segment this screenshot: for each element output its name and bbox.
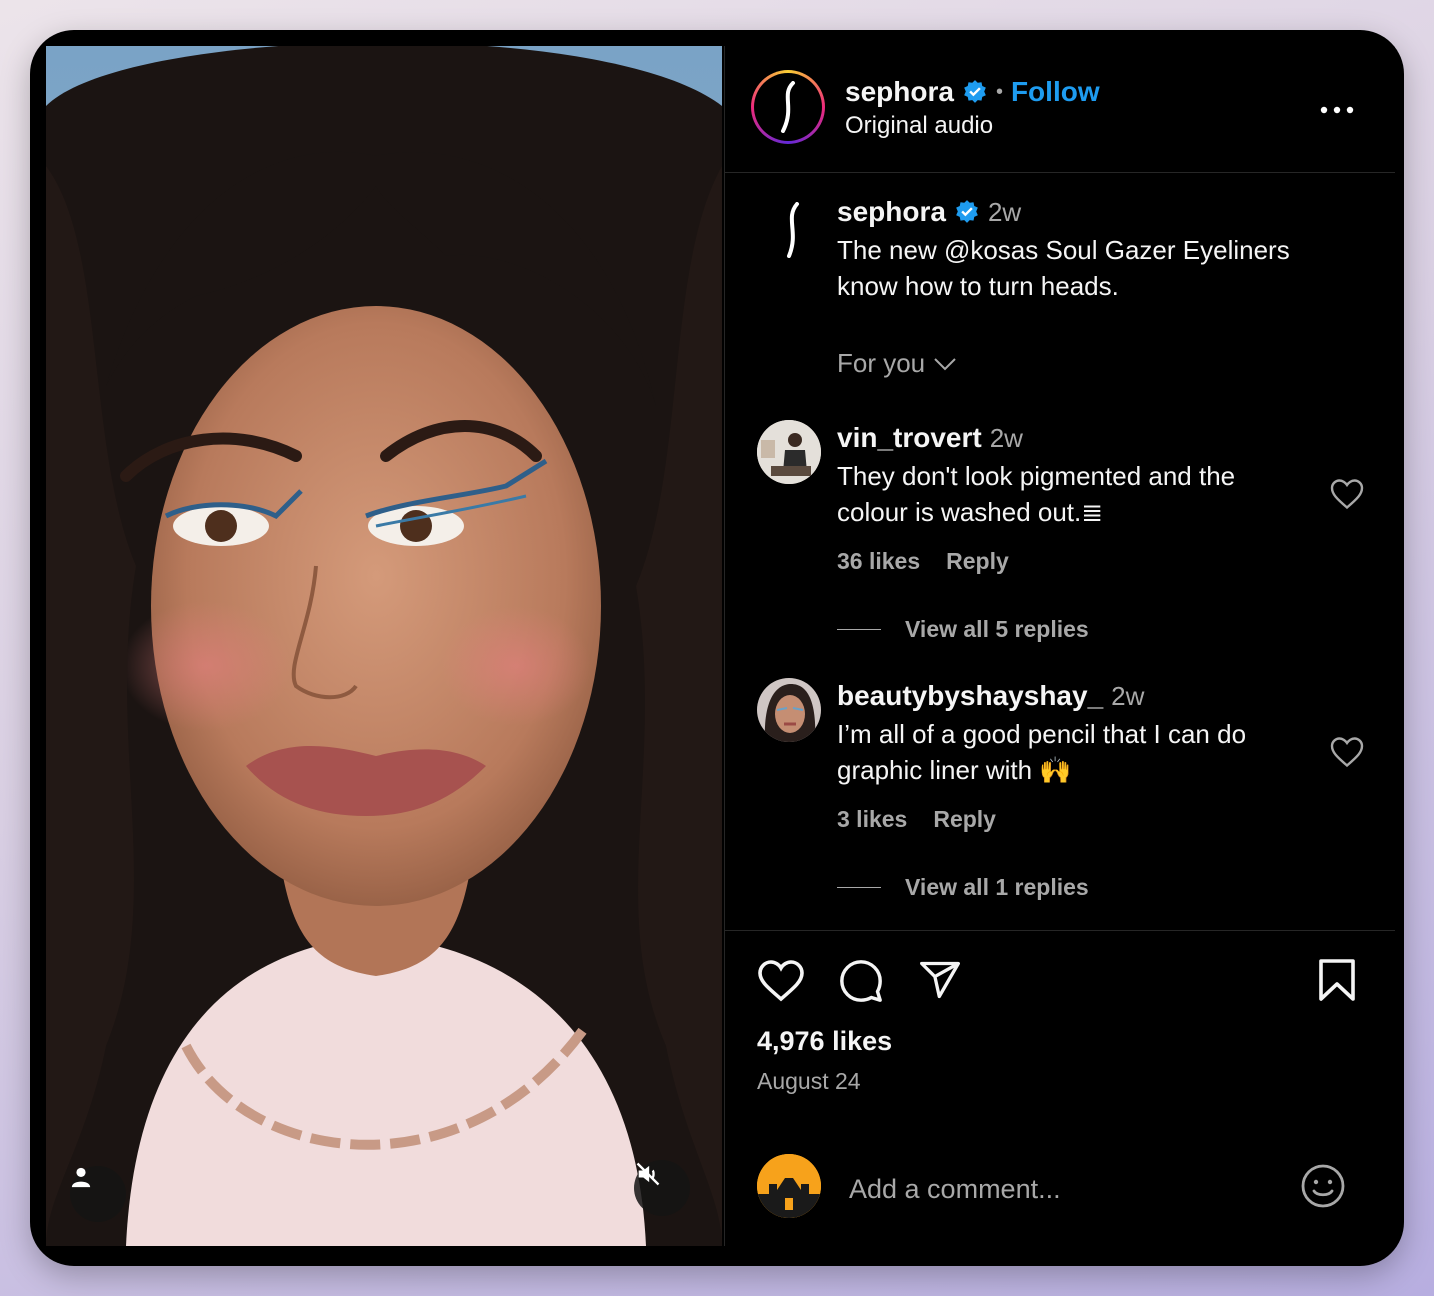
post-likes-count[interactable]: 4,976 likes (757, 1026, 892, 1057)
author-username[interactable]: sephora (845, 76, 954, 108)
emoji-picker-button[interactable] (1299, 1162, 1347, 1210)
comment-body: They don't look pigmented and the colour… (837, 461, 1236, 527)
separator-dot: • (995, 80, 1003, 103)
post-date: August 24 (757, 1068, 861, 1094)
post-header: sephora • Follow Original audio (725, 46, 1395, 173)
more-options-button[interactable] (1317, 90, 1357, 130)
current-user-avatar (757, 1154, 821, 1218)
post-dialog: sephora • Follow Original audio sephora … (30, 30, 1404, 1266)
heart-icon (1330, 479, 1364, 510)
tag-people-button[interactable] (70, 1166, 126, 1222)
audio-link[interactable]: Original audio (845, 112, 993, 140)
comment-avatar[interactable] (757, 420, 821, 484)
verified-badge-icon (964, 80, 986, 103)
post-caption: The new @kosas Soul Gazer Eyeliners know… (837, 235, 1290, 301)
comment-meta: 36 likes Reply (837, 548, 1009, 575)
comment-username[interactable]: beautybyshayshay_ (837, 680, 1103, 712)
comment-text: I’m all of a good pencil that I can do g… (837, 719, 1247, 785)
comment-username[interactable]: vin_trovert (837, 422, 982, 454)
post-video[interactable] (46, 46, 722, 1246)
view-replies-label: View all 5 replies (905, 616, 1089, 642)
replies-divider (837, 887, 881, 888)
share-icon (920, 961, 960, 999)
share-button[interactable] (917, 958, 965, 1008)
comment-meta: 3 likes Reply (837, 806, 996, 833)
save-button[interactable] (1317, 958, 1359, 1008)
comment-timestamp: 2w (1111, 680, 1145, 711)
comment-text: They don't look pigmented and the colour… (837, 458, 1307, 530)
add-comment-input[interactable] (847, 1168, 1281, 1210)
comment-trailing-glyph: ≣ (1081, 497, 1104, 527)
more-options-icon (1320, 106, 1354, 114)
comment-likes-count[interactable]: 36 likes (837, 548, 920, 575)
caption-timestamp: 2w (987, 196, 1022, 227)
comment-sort-dropdown[interactable]: For you (837, 348, 957, 379)
actions-divider (725, 930, 1395, 931)
verified-badge-icon (956, 200, 978, 223)
sephora-logo-icon (787, 202, 799, 258)
caption-author-username[interactable]: sephora (837, 196, 946, 228)
follow-button[interactable]: Follow (1011, 76, 1100, 108)
comment-likes-count[interactable]: 3 likes (837, 806, 907, 833)
replies-divider (837, 629, 881, 630)
comment-reply-button[interactable]: Reply (946, 548, 1009, 575)
bookmark-icon (1319, 959, 1355, 1001)
view-replies-button[interactable]: View all 5 replies (837, 616, 1089, 643)
like-button[interactable] (757, 958, 805, 1008)
sephora-logo-icon (781, 81, 795, 133)
video-frame-illustration (46, 46, 722, 1246)
comment-reply-button[interactable]: Reply (933, 806, 996, 833)
view-replies-button[interactable]: View all 1 replies (837, 874, 1089, 901)
view-replies-label: View all 1 replies (905, 874, 1089, 900)
comment-timestamp: 2w (989, 422, 1023, 453)
comment-like-button[interactable] (1329, 476, 1365, 512)
comment-icon (840, 960, 882, 1002)
mute-toggle-button[interactable] (634, 1160, 690, 1216)
comment-like-button[interactable] (1329, 734, 1365, 770)
post-side-panel: sephora • Follow Original audio sephora … (724, 46, 1395, 1246)
comment-sort-label: For you (837, 348, 926, 378)
heart-icon (1330, 737, 1364, 768)
heart-icon (758, 960, 804, 1002)
caption-author-avatar[interactable] (761, 198, 825, 262)
comment-avatar[interactable] (757, 678, 821, 742)
emoji-icon (1301, 1164, 1345, 1208)
comment-button[interactable] (837, 958, 885, 1008)
chevron-down-icon (934, 357, 956, 370)
author-avatar[interactable] (751, 70, 825, 144)
